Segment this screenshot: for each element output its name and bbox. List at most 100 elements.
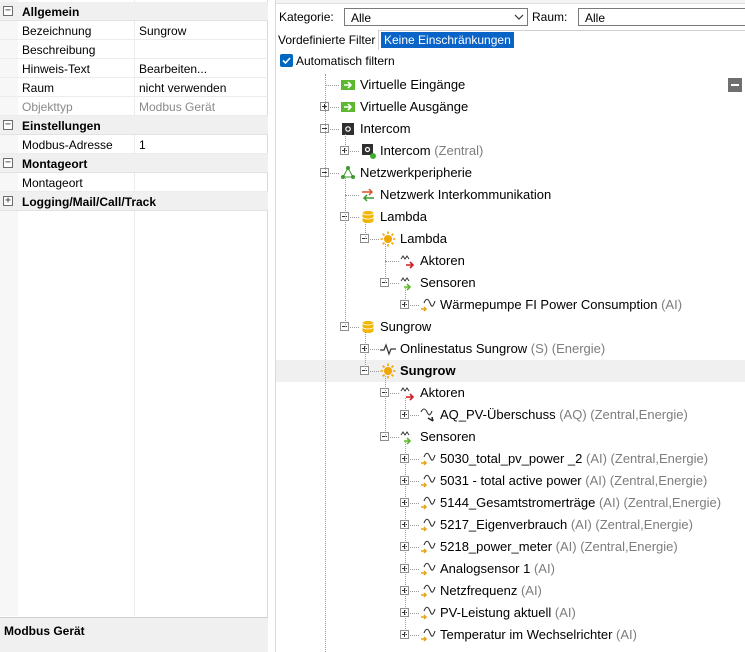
tree-node-label[interactable]: Sensoren	[420, 429, 476, 444]
property-row-beschreibung[interactable]: Beschreibung	[0, 40, 268, 59]
tree-node-label[interactable]: Aktoren	[420, 253, 465, 268]
category-montageort[interactable]: − Montageort	[0, 154, 268, 173]
property-value: Modbus Gerät	[139, 100, 216, 114]
tree-node-label[interactable]: Sensoren	[420, 275, 476, 290]
collapse-all-button[interactable]	[728, 78, 742, 92]
sensor-icon	[400, 429, 416, 445]
tree-node-label[interactable]: Netzwerkperipherie	[360, 165, 472, 180]
category-einstellungen[interactable]: − Einstellungen	[0, 116, 268, 135]
tree-node[interactable]: Virtuelle Ausgänge	[276, 96, 745, 118]
analog-input-icon	[420, 561, 436, 577]
tree-node-name: Virtuelle Ausgänge	[360, 99, 469, 114]
tree-node-label[interactable]: Onlinestatus Sungrow (S) (Energie)	[400, 341, 605, 356]
tree-node-label[interactable]: AQ_PV-Überschuss (AQ) (Zentral,Energie)	[440, 407, 688, 422]
tree-guide-line	[365, 222, 366, 239]
tree-node-label[interactable]: Intercom	[360, 121, 411, 136]
tree-node-label[interactable]: Netzwerk Interkommunikation	[380, 187, 551, 202]
property-panel: − Allgemein Bezeichnung Sungrow Beschrei…	[0, 0, 268, 652]
tree-node-label[interactable]: Intercom (Zentral)	[380, 143, 483, 158]
tree-node-name: 5030_total_pv_power _2	[440, 451, 583, 466]
property-row-hinweis-text[interactable]: Hinweis-Text Bearbeiten...	[0, 59, 268, 78]
property-row-modbus-adresse[interactable]: Modbus-Adresse 1	[0, 135, 268, 154]
tree-node[interactable]: 5218_power_meter (AI) (Zentral,Energie)	[276, 536, 745, 558]
collapse-icon[interactable]: −	[3, 6, 13, 16]
tree-node[interactable]: Sensoren	[276, 272, 745, 294]
auto-filter-checkbox[interactable]	[280, 54, 293, 67]
tree-node[interactable]: Sungrow	[276, 316, 745, 338]
tree-node[interactable]: Temperatur im Wechselrichter (AI)	[276, 624, 745, 646]
tree-node[interactable]: 5144_Gesamtstromerträge (AI) (Zentral,En…	[276, 492, 745, 514]
category-title: Logging/Mail/Call/Track	[22, 195, 157, 209]
tree-node-label[interactable]: Sungrow	[380, 319, 431, 334]
object-tree[interactable]: Virtuelle Eingänge Virtuelle Ausgänge Inte…	[276, 74, 745, 652]
property-name: Beschreibung	[22, 43, 96, 57]
tree-node[interactable]: PV-Leistung aktuell (AI)	[276, 602, 745, 624]
tree-node[interactable]: Intercom	[276, 118, 745, 140]
tree-node[interactable]: AQ_PV-Überschuss (AQ) (Zentral,Energie)	[276, 404, 745, 426]
tree-node-label[interactable]: Virtuelle Eingänge	[360, 77, 465, 92]
tree-node[interactable]: Virtuelle Eingänge	[276, 74, 745, 96]
tree-node[interactable]: 5031 - total active power (AI) (Zentral,…	[276, 470, 745, 492]
property-name: Objekttyp	[22, 100, 73, 114]
tree-node[interactable]: Analogsensor 1 (AI)	[276, 558, 745, 580]
raum-dropdown[interactable]: Alle	[578, 8, 745, 26]
tree-node[interactable]: Aktoren	[276, 250, 745, 272]
tree-node-label[interactable]: Virtuelle Ausgänge	[360, 99, 468, 114]
property-value[interactable]: 1	[139, 138, 146, 152]
intercom-icon	[340, 121, 356, 137]
expand-icon[interactable]: +	[3, 196, 13, 206]
tree-node-label[interactable]: 5030_total_pv_power _2 (AI) (Zentral,Ene…	[440, 451, 708, 466]
checkmark-icon	[282, 57, 291, 65]
tree-node-name: PV-Leistung aktuell	[440, 605, 552, 620]
tree-connector	[345, 195, 359, 196]
tree-node[interactable]: Netzwerkperipherie	[276, 162, 745, 184]
tree-node-selected[interactable]: Sungrow	[276, 360, 745, 382]
tree-node-label[interactable]: Temperatur im Wechselrichter (AI)	[440, 627, 637, 642]
collapse-icon[interactable]: −	[3, 120, 13, 130]
tree-node-label[interactable]: Lambda	[400, 231, 447, 246]
tree-guide-line	[325, 74, 326, 652]
tree-node[interactable]: 5217_Eigenverbrauch (AI) (Zentral,Energi…	[276, 514, 745, 536]
tree-node-label[interactable]: Netzfrequenz (AI)	[440, 583, 542, 598]
tree-node-label[interactable]: Sungrow	[400, 363, 456, 378]
tree-node-label[interactable]: 5031 - total active power (AI) (Zentral,…	[440, 473, 707, 488]
tree-node-label[interactable]: Wärmepumpe FI Power Consumption (AI)	[440, 297, 682, 312]
tree-node[interactable]: Lambda	[276, 206, 745, 228]
tree-node-suffix: (AI) (Zentral,Energie)	[552, 539, 678, 554]
tree-node-label[interactable]: Analogsensor 1 (AI)	[440, 561, 555, 576]
tree-node-label[interactable]: Aktoren	[420, 385, 465, 400]
tree-node[interactable]: 5030_total_pv_power _2 (AI) (Zentral,Ene…	[276, 448, 745, 470]
tree-node[interactable]: Sensoren	[276, 426, 745, 448]
property-name: Hinweis-Text	[22, 62, 91, 76]
category-allgemein[interactable]: − Allgemein	[0, 2, 268, 21]
property-row-bezeichnung[interactable]: Bezeichnung Sungrow	[0, 21, 268, 40]
raum-label: Raum:	[532, 10, 568, 24]
property-value[interactable]: nicht verwenden	[139, 81, 226, 95]
tree-node[interactable]: Intercom (Zentral)	[276, 140, 745, 162]
tree-node[interactable]: Wärmepumpe FI Power Consumption (AI)	[276, 294, 745, 316]
tree-node-label[interactable]: PV-Leistung aktuell (AI)	[440, 605, 576, 620]
tree-node[interactable]: Aktoren	[276, 382, 745, 404]
tree-node-suffix: (AI) (Zentral,Energie)	[567, 517, 693, 532]
tree-node[interactable]: Netzwerk Interkommunikation	[276, 184, 745, 206]
predefined-filter-input[interactable]: Keine Einschränkungen	[378, 30, 745, 50]
property-value[interactable]: Sungrow	[139, 24, 186, 38]
property-value[interactable]: Bearbeiten...	[139, 62, 207, 76]
tree-node-label[interactable]: Lambda	[380, 209, 427, 224]
analog-input-icon	[420, 495, 436, 511]
tree-node-label[interactable]: 5218_power_meter (AI) (Zentral,Energie)	[440, 539, 678, 554]
property-row-raum[interactable]: Raum nicht verwenden	[0, 78, 268, 97]
object-tree-panel: Kategorie: Alle Raum: Alle Vordefinierte…	[275, 0, 745, 652]
tree-node-label[interactable]: 5144_Gesamtstromerträge (AI) (Zentral,En…	[440, 495, 721, 510]
tree-node[interactable]: Netzfrequenz (AI)	[276, 580, 745, 602]
category-logging[interactable]: + Logging/Mail/Call/Track	[0, 192, 268, 211]
collapse-icon[interactable]: −	[3, 158, 13, 168]
kategorie-label: Kategorie:	[279, 10, 334, 24]
tree-node-suffix: (AI) (Zentral,Energie)	[582, 451, 709, 466]
tree-node-name: Sungrow	[400, 363, 456, 378]
property-row-montageort[interactable]: Montageort	[0, 173, 268, 192]
tree-node[interactable]: Onlinestatus Sungrow (S) (Energie)	[276, 338, 745, 360]
kategorie-dropdown[interactable]: Alle	[344, 8, 528, 26]
tree-node[interactable]: Lambda	[276, 228, 745, 250]
tree-node-label[interactable]: 5217_Eigenverbrauch (AI) (Zentral,Energi…	[440, 517, 693, 532]
